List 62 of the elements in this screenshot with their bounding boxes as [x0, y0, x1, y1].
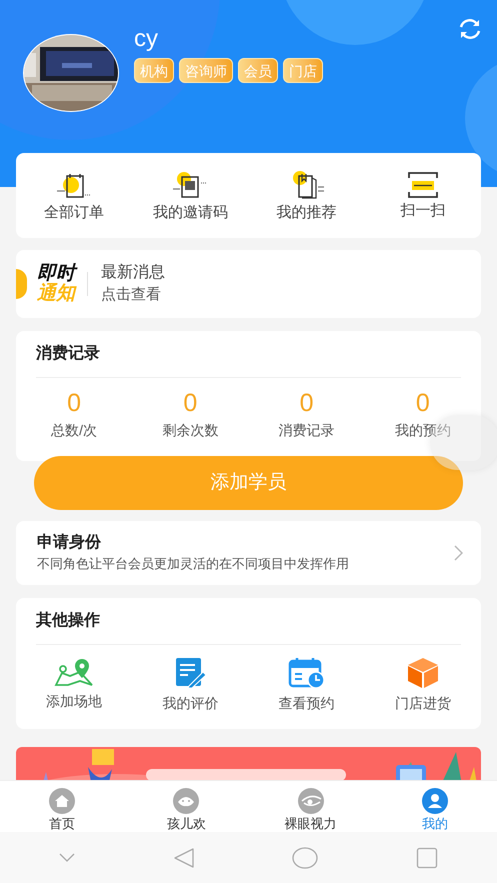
child-face-icon	[173, 788, 200, 814]
user-icon	[422, 788, 448, 814]
stat-value: 0	[183, 388, 198, 418]
operation-item[interactable]: 门店进货	[364, 645, 481, 713]
operation-label: 门店进货	[394, 694, 451, 713]
operation-item[interactable]: 查看预约	[248, 645, 365, 713]
operation-label: 添加场地	[46, 692, 102, 711]
quick-action[interactable]: 全部订单	[16, 153, 132, 238]
section-title: 消费记录	[36, 344, 101, 364]
refresh-icon[interactable]	[457, 18, 483, 40]
identity-card[interactable]: 申请身份 不同角色让平台会员更加灵活的在不同项目中发挥作用	[16, 521, 481, 585]
quick-action-label: 我的推荐	[276, 204, 337, 222]
notice-card[interactable]: 即时 通知 最新消息 点击查看	[16, 250, 481, 318]
quick-action-label: 扫一扫	[400, 202, 446, 220]
quick-action[interactable]: 扫一扫	[364, 153, 481, 238]
role-tag: 会员	[238, 58, 278, 83]
chevron-right-icon	[453, 545, 463, 561]
notice-logo-text: 通知	[37, 284, 75, 304]
stat-item[interactable]: 0 消费记录	[248, 378, 365, 440]
home-icon	[49, 788, 76, 814]
stat-label: 我的预约	[394, 421, 451, 440]
username: cy	[134, 25, 159, 53]
cube-icon	[406, 657, 440, 689]
stat-value: 0	[300, 388, 314, 418]
eye-icon	[298, 788, 324, 814]
quick-action-label: 全部订单	[44, 204, 104, 222]
calendar-clock-icon	[288, 657, 326, 689]
role-tag: 机构	[134, 58, 174, 83]
operation-item[interactable]: 我的评价	[132, 645, 248, 713]
role-tag: 咨询师	[179, 58, 233, 83]
identity-title: 申请身份	[37, 532, 102, 553]
operation-label: 我的评价	[162, 694, 218, 713]
stat-item[interactable]: 0 我的预约	[364, 378, 481, 440]
quick-action[interactable]: 我的邀请码	[132, 153, 248, 238]
quick-action-label: 我的邀请码	[152, 204, 228, 222]
tab-item[interactable]: 孩儿欢	[124, 781, 248, 832]
map-pin-icon	[54, 657, 94, 687]
operation-item[interactable]: 添加场地	[16, 645, 132, 713]
quick-action[interactable]: 我的推荐	[248, 153, 365, 238]
identity-description: 不同角色让平台会员更加灵活的在不同项目中发挥作用	[37, 555, 349, 573]
section-title: 其他操作	[36, 610, 101, 631]
notice-subtitle: 点击查看	[101, 285, 162, 305]
stat-item[interactable]: 0 剩余次数	[132, 378, 248, 440]
stat-value: 0	[416, 388, 430, 418]
notice-logo-text: 即时	[37, 264, 75, 284]
stat-label: 消费记录	[278, 421, 335, 440]
stat-value: 0	[67, 388, 82, 418]
recent-apps-icon[interactable]	[416, 846, 438, 868]
stat-label: 剩余次数	[162, 421, 218, 440]
home-circle-icon[interactable]	[292, 846, 318, 868]
stat-label: 总数/次	[51, 421, 98, 440]
operation-label: 查看预约	[278, 694, 335, 713]
tab-item[interactable]: 裸眼视力	[248, 781, 373, 832]
tab-item[interactable]: 我的	[372, 781, 497, 832]
role-tag: 门店	[283, 58, 323, 83]
scan-icon	[406, 171, 440, 199]
notice-title: 最新消息	[101, 262, 165, 283]
stat-item[interactable]: 0 总数/次	[16, 378, 132, 440]
chevron-down-icon[interactable]	[58, 852, 75, 862]
edit-document-icon	[173, 657, 208, 689]
tab-item[interactable]: 首页	[0, 781, 124, 832]
back-icon[interactable]	[172, 846, 195, 868]
